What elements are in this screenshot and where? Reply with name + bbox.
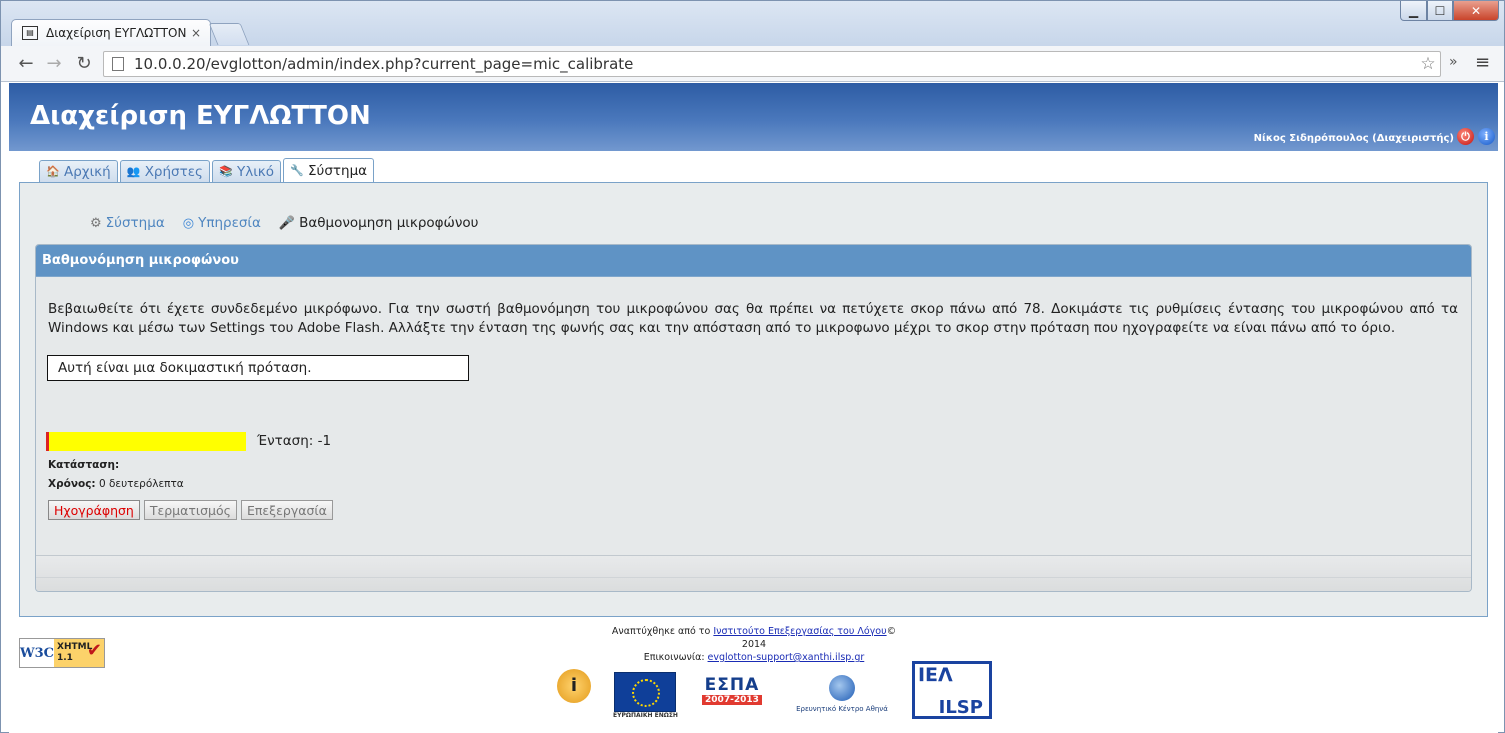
ilsp-logo-bottom: ILSP [938,697,983,718]
tab-users[interactable]: 👥 Χρήστες [119,160,210,182]
books-icon: 📚 [219,165,233,178]
tab-system[interactable]: 🔧 Σύστημα [283,158,375,182]
box-title: Βαθμονόμηση μικροφώνου [36,245,1471,277]
tab-panel: ⚙ Σύστημα ◎ Υπηρεσία 🎤 Βαθμονομηση μικρο… [19,182,1488,617]
w3c-xhtml-badge[interactable]: W3C XHTML 1.1 ✔ [19,638,105,668]
home-icon: 🏠 [46,165,60,178]
tab-title: Διαχείριση ΕΥΓΛΩΤΤΟΝ [46,26,187,40]
globe-icon: ◎ [182,215,195,231]
ilsp-logo-top: ΙΕΛ [917,664,953,686]
time-row: Χρόνος: 0 δευτερόλεπτα [48,478,184,490]
eu-caption: ΕΥΡΩΠΑΪΚΗ ΕΝΩΣΗ [613,712,678,719]
breadcrumb-current-label: Βαθμονομηση μικροφώνου [299,215,479,231]
tab-material[interactable]: 📚 Υλικό [211,160,281,182]
web-page: Διαχείριση ΕΥΓΛΩΤΤΟΝ Νίκος Σιδηρόπουλος … [9,83,1498,733]
volume-label: Ένταση: -1 [257,433,332,449]
page-icon [112,57,124,71]
eu-flag-icon [614,672,677,712]
site-header: Διαχείριση ΕΥΓΛΩΤΤΟΝ Νίκος Σιδηρόπουλος … [9,83,1498,151]
tab-label: Σύστημα [308,162,368,179]
stop-button[interactable]: Τερματισμός [143,500,237,520]
tab-label: Αρχική [64,163,111,180]
users-icon: 👥 [126,165,141,178]
breadcrumb-service-link[interactable]: ◎ Υπηρεσία [183,215,261,231]
sponsor-logos: i ΕΥΡΩΠΑΪΚΗ ΕΝΩΣΗ ΕΣΠΑ 2007-2013 Ερευνητ… [549,661,992,719]
main-tabs: 🏠 Αρχική 👥 Χρήστες 📚 Υλικό 🔧 Σύστημα [39,158,375,182]
instructions-text: Βεβαιωθείτε ότι έχετε συνδεδεμένο μικρόφ… [48,301,1458,336]
research-center-logo: Ερευνητικό Κέντρο Αθηνά [786,675,898,719]
site-title: Διαχείριση ΕΥΓΛΩΤΤΟΝ [30,101,371,131]
browser-tab[interactable]: ▤ Διαχείριση ΕΥΓΛΩΤΤΟΝ × [11,19,211,46]
breadcrumb: ⚙ Σύστημα ◎ Υπηρεσία 🎤 Βαθμονομηση μικρο… [90,215,478,231]
ilsp-logo: ΙΕΛ ILSP [911,661,992,719]
browser-menu-icon[interactable]: ≡ [1475,52,1490,73]
page-favicon-icon: ▤ [22,26,38,40]
browser-window: ▤ Διαχείριση ΕΥΓΛΩΤΤΟΝ × ▁ ☐ ✕ ← → ↻ ☆ »… [0,0,1505,733]
title-bar: ▤ Διαχείριση ΕΥΓΛΩΤΤΟΝ × ▁ ☐ ✕ [1,1,1504,46]
credits: Αναπτύχθηκε από το Ινστιτούτο Επεξεργασί… [609,625,899,664]
recording-controls: Ηχογράφηση Τερματισμός Επεξεργασία [48,500,333,520]
calibration-box: Βαθμονόμηση μικροφώνου Βεβαιωθείτε ότι έ… [35,244,1472,592]
bookmark-star-icon[interactable]: ☆ [1416,54,1440,74]
xhtml-label: XHTML 1.1 ✔ [54,639,104,667]
time-value: 0 δευτερόλεπτα [98,478,184,490]
record-button[interactable]: Ηχογράφηση [48,500,140,520]
breadcrumb-system-label: Σύστημα [105,215,165,231]
w3c-mark: W3C [20,639,54,667]
new-tab-button[interactable] [208,23,250,45]
checkmark-icon: ✔ [86,640,102,661]
forward-button[interactable]: → [43,53,65,75]
ilsp-link[interactable]: Ινστιτούτο Επεξεργασίας του Λόγου [713,626,886,637]
box-footer [36,555,1471,591]
minimize-button[interactable]: ▁ [1400,1,1427,21]
tools-icon: 🔧 [290,164,304,177]
research-center-title: Ερευνητικό Κέντρο Αθηνά [796,705,888,713]
process-button[interactable]: Επεξεργασία [241,500,333,520]
education-logo-icon: i [557,669,591,703]
tab-close-icon[interactable]: × [188,26,204,40]
developer-prefix: Αναπτύχθηκε από το [611,626,714,637]
status-label: Κατάσταση: [48,459,120,471]
developer-line: Αναπτύχθηκε από το Ινστιτούτο Επεξεργασί… [609,625,899,651]
back-button[interactable]: ← [15,53,37,75]
url-input[interactable] [134,55,1416,73]
logout-power-icon[interactable]: ⏻ [1457,128,1474,145]
address-bar[interactable]: ☆ [103,51,1441,77]
espa-years: 2007-2013 [702,695,762,705]
user-name: Νίκος Σιδηρόπουλος (Διαχειριστής) [1253,133,1454,144]
time-label: Χρόνος: [48,478,96,490]
extensions-overflow-icon[interactable]: » [1449,54,1458,70]
research-center-globe-icon [828,675,855,701]
tab-home[interactable]: 🏠 Αρχική [39,160,118,182]
education-logo: i [549,669,599,719]
browser-toolbar: ← → ↻ ☆ » ≡ [1,46,1504,82]
reload-button[interactable]: ↻ [73,53,95,75]
tab-label: Χρήστες [144,163,203,180]
eu-logo: ΕΥΡΩΠΑΪΚΗ ΕΝΩΣΗ [613,672,678,719]
espa-logo: ΕΣΠΑ 2007-2013 [692,675,772,719]
tab-label: Υλικό [236,163,274,180]
box-footer-divider [36,577,1471,578]
gear-icon: ⚙ [90,215,102,231]
maximize-button[interactable]: ☐ [1427,1,1453,21]
breadcrumb-service-label: Υπηρεσία [198,215,261,231]
window-controls: ▁ ☐ ✕ [1400,1,1499,21]
test-sentence: Αυτή είναι μια δοκιμαστική πρόταση. [47,355,469,381]
microphone-icon: 🎤 [278,215,296,231]
close-window-button[interactable]: ✕ [1453,1,1499,21]
breadcrumb-current: 🎤 Βαθμονομηση μικροφώνου [279,215,479,231]
info-icon[interactable]: i [1478,128,1495,145]
espa-title: ΕΣΠΑ [704,675,760,695]
breadcrumb-system-link[interactable]: ⚙ Σύστημα [90,215,165,231]
volume-meter [46,432,246,451]
